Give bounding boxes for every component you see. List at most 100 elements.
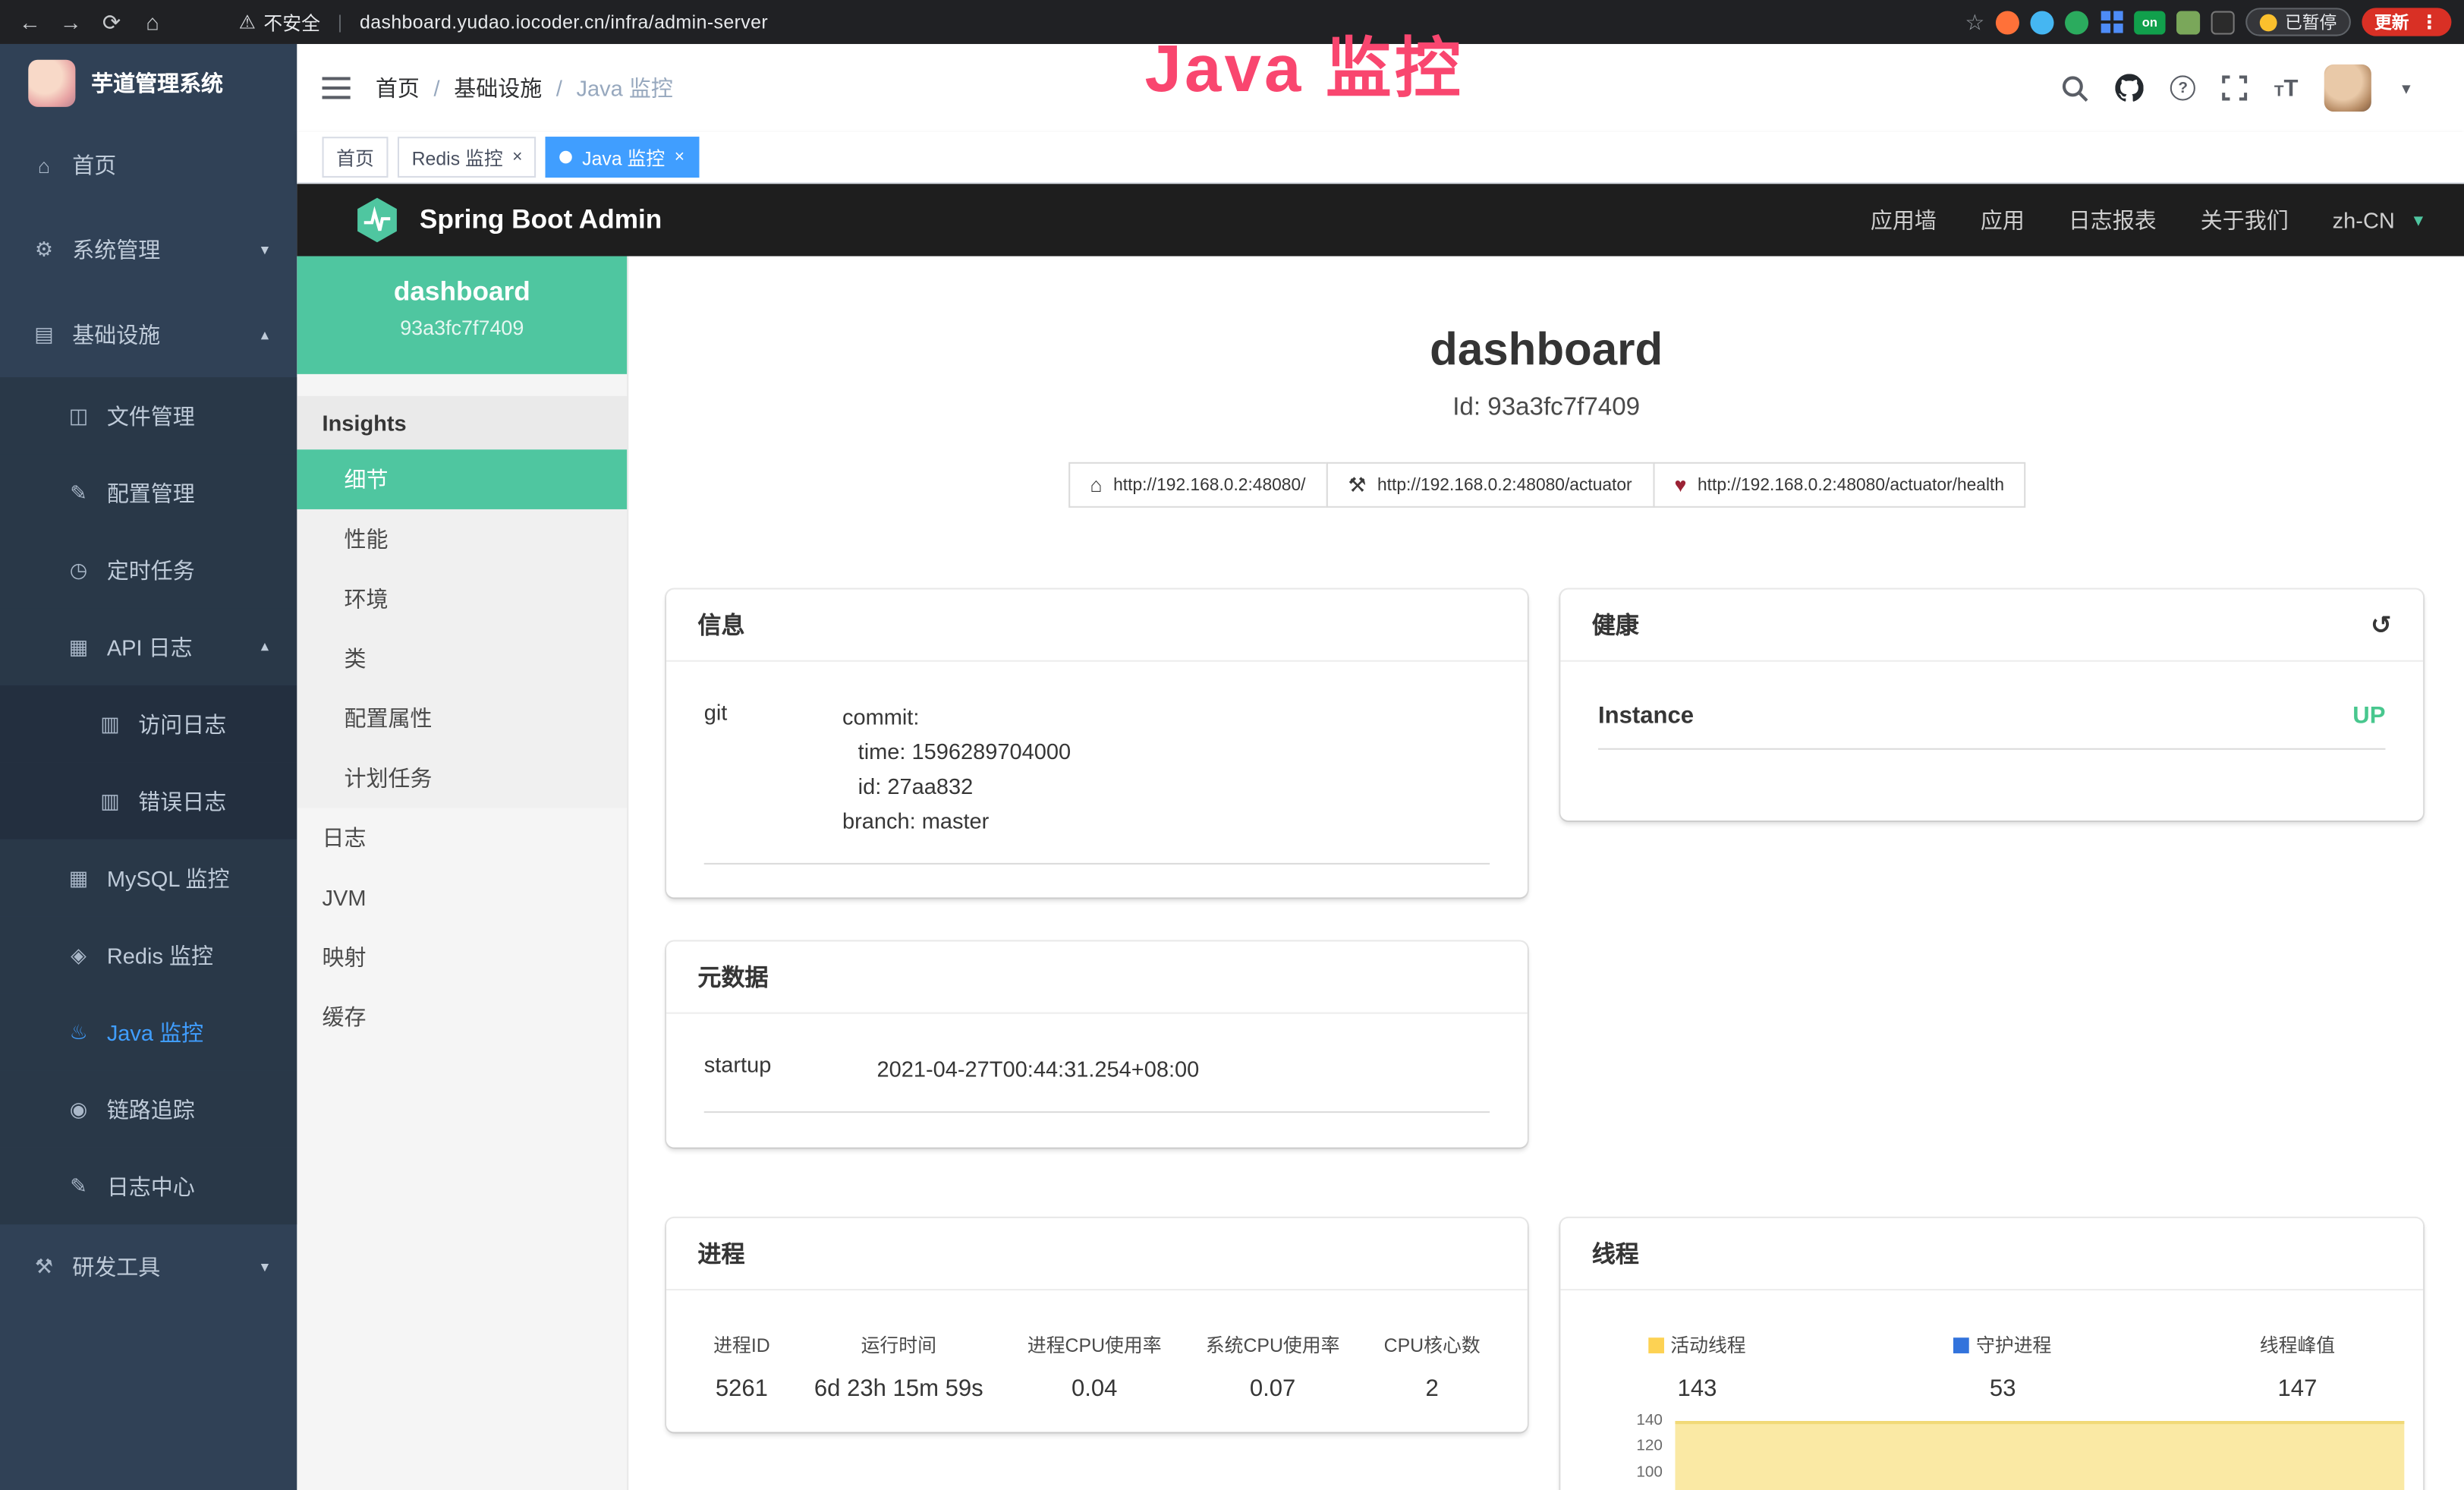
breadcrumb-home[interactable]: 首页 [376, 72, 420, 103]
java-icon: ♨ [66, 1019, 91, 1044]
sba-nav-about[interactable]: 关于我们 [2201, 204, 2289, 235]
breadcrumb-current: Java 监控 [577, 72, 673, 103]
sba-menu-environment[interactable]: 环境 [297, 569, 627, 629]
card-threads-title: 线程 [1560, 1218, 2423, 1290]
sidebar-item-access-log[interactable]: ▥ 访问日志 [0, 685, 297, 762]
sidebar-item-system[interactable]: ⚙ 系统管理 ▾ [0, 207, 297, 292]
sba-navbar: Spring Boot Admin 应用墙 应用 日志报表 关于我们 zh-CN… [297, 184, 2464, 256]
sba-main: dashboard Id: 93a3fc7f7409 ⌂ http://192.… [628, 257, 2464, 1490]
browser-home-icon[interactable]: ⌂ [135, 9, 170, 34]
sba-group-label[interactable]: Insights [297, 396, 627, 449]
bookmark-star-icon[interactable]: ☆ [1965, 8, 1984, 35]
infrastructure-icon: ▤ [31, 323, 56, 348]
browser-menu-icon[interactable]: ⋮ [2420, 11, 2439, 33]
paused-badge[interactable]: 已暂停 [2245, 8, 2351, 36]
extension-grid-icon[interactable] [2100, 10, 2123, 33]
sidebar-item-log-center[interactable]: ✎ 日志中心 [0, 1148, 297, 1224]
sidebar-item-scheduled-job[interactable]: ◷ 定时任务 [0, 531, 297, 608]
reload-icon[interactable]: ⟳ [94, 8, 129, 35]
tabs-bar: 首页 Redis 监控 × Java 监控 × [297, 132, 2464, 184]
sidebar-item-api-log[interactable]: ▦ API 日志 ▴ [0, 608, 297, 685]
metadata-key: startup [704, 1051, 877, 1086]
instance-link-health[interactable]: ♥ http://192.168.0.2:48080/actuator/heal… [1653, 462, 2026, 508]
card-process: 进程 进程ID 5261 运行时间 6d 23h 15m 59s 进程CPU使用… [666, 1218, 1528, 1432]
app-header: 首页 / 基础设施 / Java 监控 ? TT ▾ [297, 44, 2464, 132]
browser-actions: ☆ on 已暂停 更新 ⋮ [1965, 8, 2451, 36]
sidebar-item-label: 首页 [72, 150, 116, 181]
sidebar-item-file-manage[interactable]: ◫ 文件管理 [0, 377, 297, 454]
gear-icon: ⚙ [31, 238, 56, 263]
active-dot [560, 151, 573, 164]
instance-link-actuator[interactable]: ⚒ http://192.168.0.2:48080/actuator [1326, 462, 1654, 508]
sba-nav-wallboard[interactable]: 应用墙 [1871, 204, 1937, 235]
extension-fox-icon[interactable] [1996, 10, 2019, 33]
extension-plug-icon[interactable] [2211, 10, 2235, 33]
sba-menu-performance[interactable]: 性能 [297, 509, 627, 569]
clock-icon: ◷ [66, 557, 91, 582]
chevron-down-icon: ▾ [261, 1258, 269, 1276]
sba-brand[interactable]: Spring Boot Admin [354, 197, 662, 244]
trace-icon: ◉ [66, 1096, 91, 1121]
sidebar-item-link-trace[interactable]: ◉ 链路追踪 [0, 1070, 297, 1147]
tab-java-monitor[interactable]: Java 监控 × [546, 137, 699, 178]
sba-menu-classes[interactable]: 类 [297, 628, 627, 688]
locale-caret-icon[interactable]: ▾ [2414, 209, 2423, 231]
address-bar[interactable]: dashboard.yudao.iocoder.cn/infra/admin-s… [360, 11, 768, 33]
sba-nav-journal[interactable]: 日志报表 [2069, 204, 2157, 235]
file-icon: ◫ [66, 403, 91, 428]
tab-home[interactable]: 首页 [323, 137, 389, 178]
card-info: 信息 git commit: time: 1596289704000 id: 2… [666, 590, 1528, 898]
extension-leaf-icon[interactable] [2176, 10, 2200, 33]
threads-stats: 活动线程 143 守护进程 53 线程峰值 147 [1560, 1331, 2423, 1402]
security-chip[interactable]: ⚠ 不安全 [239, 8, 320, 35]
sba-sidebar: dashboard 93a3fc7f7409 Insights 细节 性能 环境… [297, 257, 628, 1490]
sidebar-item-error-log[interactable]: ▥ 错误日志 [0, 762, 297, 839]
sba-nav-applications[interactable]: 应用 [1981, 204, 2025, 235]
instance-link-root[interactable]: ⌂ http://192.168.0.2:48080/ [1068, 462, 1327, 508]
update-label: 更新 [2374, 9, 2409, 34]
avatar[interactable] [2325, 65, 2372, 112]
threads-chart: 140 120 100 [1675, 1416, 2404, 1490]
sba-menu-scheduled-tasks[interactable]: 计划任务 [297, 748, 627, 808]
sidebar-item-infra[interactable]: ▤ 基础设施 ▴ [0, 292, 297, 377]
sba-menu-mappings[interactable]: 映射 [297, 928, 627, 988]
font-size-icon[interactable]: TT [2274, 74, 2299, 101]
back-icon[interactable]: ← [13, 9, 48, 34]
search-icon[interactable] [2062, 74, 2088, 101]
extension-on-badge[interactable]: on [2134, 10, 2165, 33]
close-icon[interactable]: × [675, 149, 684, 166]
sidebar-item-mysql-monitor[interactable]: ▦ MySQL 监控 [0, 840, 297, 916]
github-icon[interactable] [2116, 74, 2144, 102]
collapse-sidebar-icon[interactable] [323, 77, 351, 99]
link-url: http://192.168.0.2:48080/actuator [1377, 475, 1632, 494]
help-icon[interactable]: ? [2170, 75, 2195, 100]
sba-menu-caches[interactable]: 缓存 [297, 987, 627, 1047]
forward-icon[interactable]: → [53, 9, 88, 34]
card-health: 健康 ↺ Instance UP [1560, 590, 2423, 821]
sba-menu-logs[interactable]: 日志 [297, 808, 627, 868]
sba-menu-jvm[interactable]: JVM [297, 868, 627, 928]
history-icon[interactable]: ↺ [2371, 609, 2392, 640]
update-button[interactable]: 更新 ⋮ [2362, 8, 2451, 36]
sba-locale-select[interactable]: zh-CN [2333, 207, 2395, 232]
instance-id: 93a3fc7f7409 [297, 316, 627, 339]
sidebar-item-java-monitor[interactable]: ♨ Java 监控 [0, 994, 297, 1070]
sba-instance-header[interactable]: dashboard 93a3fc7f7409 [297, 257, 627, 374]
card-info-title: 信息 [666, 590, 1528, 662]
breadcrumb-infra[interactable]: 基础设施 [454, 72, 542, 103]
sidebar-item-dev-tools[interactable]: ⚒ 研发工具 ▾ [0, 1224, 297, 1309]
extension-green-icon[interactable] [2065, 10, 2088, 33]
redis-icon: ◈ [66, 942, 91, 967]
close-icon[interactable]: × [512, 149, 522, 166]
sidebar-item-config-manage[interactable]: ✎ 配置管理 [0, 454, 297, 531]
tab-redis-monitor[interactable]: Redis 监控 × [398, 137, 537, 178]
fullscreen-icon[interactable] [2222, 75, 2247, 100]
sidebar-item-redis-monitor[interactable]: ◈ Redis 监控 [0, 916, 297, 993]
sidebar-item-home[interactable]: ⌂ 首页 [0, 123, 297, 208]
avatar-caret-icon[interactable]: ▾ [2402, 78, 2410, 99]
extension-drop-icon[interactable] [2030, 10, 2053, 33]
app-logo[interactable]: 芋道管理系统 [0, 44, 297, 123]
health-instance-label: Instance [1598, 703, 1694, 729]
sba-menu-details[interactable]: 细节 [297, 449, 627, 509]
sba-menu-config-props[interactable]: 配置属性 [297, 688, 627, 748]
